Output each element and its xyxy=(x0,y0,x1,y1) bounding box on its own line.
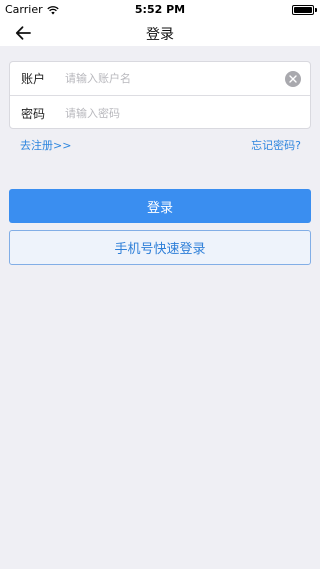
status-bar: Carrier 5:52 PM xyxy=(0,0,320,20)
forgot-password-link[interactable]: 忘记密码? xyxy=(251,137,301,153)
login-form: 账户 密码 xyxy=(9,61,311,129)
password-label: 密码 xyxy=(21,106,46,121)
register-link[interactable]: 去注册>> xyxy=(20,137,71,153)
page-title: 登录 xyxy=(146,27,174,43)
account-row: 账户 xyxy=(10,62,310,96)
clear-icon[interactable] xyxy=(285,71,301,87)
status-time: 5:52 PM xyxy=(134,3,186,16)
battery-tip xyxy=(315,8,317,12)
navigation-bar: 登录 xyxy=(0,20,320,46)
password-row: 密码 xyxy=(10,96,310,130)
password-input[interactable] xyxy=(65,101,275,125)
login-button[interactable]: 登录 xyxy=(9,189,311,223)
battery-icon xyxy=(292,5,314,15)
account-label: 账户 xyxy=(21,72,46,86)
phone-quick-login-button[interactable]: 手机号快速登录 xyxy=(9,230,311,265)
account-input[interactable] xyxy=(65,66,275,91)
